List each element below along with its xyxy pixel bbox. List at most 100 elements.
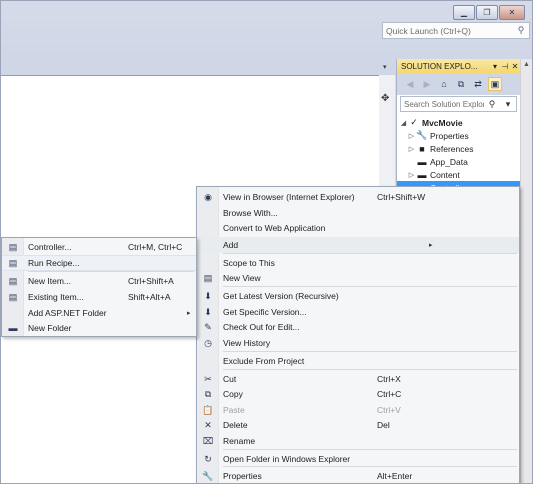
controller-icon: ▤ [8, 241, 18, 252]
submenu-arrow-icon: ▸ [429, 242, 433, 249]
menu-item-get-specific-version[interactable]: ⬇ Get Specific Version... [197, 304, 519, 320]
menu-item-view-in-browser-internet-explorer[interactable]: ◉ View in Browser (Internet Explorer) Ctrl… [197, 189, 519, 205]
tree-item-label: Content [430, 169, 460, 180]
menu-item-shortcut: Ctrl+C [377, 389, 402, 399]
chevron-down-icon[interactable]: ▾ [383, 63, 387, 71]
split-handle-icon[interactable]: ✥ [381, 93, 389, 104]
expand-arrow-icon[interactable]: ▷ [407, 171, 416, 179]
new-folder-icon: ▬ [8, 323, 18, 333]
tree-item-content[interactable]: ▷ ▬ Content [397, 168, 460, 181]
chevron-down-icon[interactable]: ▾ [500, 99, 516, 110]
pin-icon[interactable]: ⊣ [500, 62, 510, 71]
cut-icon: ✂ [204, 373, 212, 384]
menu-item-label: Controller... [28, 242, 72, 252]
menu-item-properties[interactable]: 🔧 Properties Alt+Enter [197, 468, 519, 483]
menu-item-label: Existing Item... [28, 292, 84, 302]
back-icon[interactable]: ◀ [403, 77, 417, 91]
solution-explorer-scrollbar[interactable]: ▲ [520, 59, 532, 483]
menu-item-shortcut: Ctrl+X [377, 374, 401, 384]
menu-item-add[interactable]: Add ▸ [197, 237, 519, 253]
menu-item-label: Convert to Web Application [223, 223, 326, 233]
dropdown-icon[interactable]: ▾ [490, 62, 500, 71]
menu-item-open-folder-in-windows-explorer[interactable]: ↻ Open Folder in Windows Explorer [197, 451, 519, 467]
menu-item-label: Get Specific Version... [223, 307, 307, 317]
solution-explorer-toolbar: ◀ ▶ ⌂ ⧉ ⇄ ▣ [397, 73, 520, 95]
menu-item-get-latest-version-recursive[interactable]: ⬇ Get Latest Version (Recursive) [197, 288, 519, 304]
menu-item-shortcut: Ctrl+V [377, 405, 401, 415]
menu-item-label: Properties [223, 471, 262, 481]
menu-item-convert-to-web-application[interactable]: Convert to Web Application [197, 220, 519, 236]
menu-item-label: Delete [223, 420, 248, 430]
history-icon: ◷ [204, 337, 212, 348]
show-all-files-icon[interactable]: ▣ [488, 77, 502, 91]
search-icon[interactable]: ⚲ [484, 99, 500, 110]
get-latest-icon: ⬇ [204, 290, 212, 301]
menu-item-new-view[interactable]: ▤ New View [197, 270, 519, 286]
search-icon[interactable]: ⚲ [513, 25, 529, 36]
open-folder-icon: ↻ [204, 453, 212, 464]
forward-icon[interactable]: ▶ [420, 77, 434, 91]
submenu-item-run-recipe[interactable]: ▤ Run Recipe... [2, 255, 196, 271]
menu-item-shortcut: Ctrl+M, Ctrl+C [128, 242, 183, 252]
close-icon[interactable]: ✕ [499, 5, 525, 20]
new-view-icon: ▤ [203, 272, 213, 283]
submenu-item-new-folder[interactable]: ▬ New Folder [2, 320, 196, 336]
tree-item-properties[interactable]: ▷ 🔧 Properties [397, 129, 469, 142]
menu-item-scope-to-this[interactable]: Scope to This [197, 255, 519, 271]
menu-item-exclude-from-project[interactable]: Exclude From Project [197, 353, 519, 369]
submenu-item-controller[interactable]: ▤ Controller... Ctrl+M, Ctrl+C [2, 239, 196, 255]
menu-item-shortcut: Shift+Alt+A [128, 292, 171, 302]
maximize-icon[interactable]: ❐ [476, 5, 498, 20]
scroll-up-icon[interactable]: ▲ [523, 61, 530, 68]
menu-item-check-out-for-edit[interactable]: ✎ Check Out for Edit... [197, 319, 519, 335]
menu-item-label: Rename [223, 436, 256, 446]
rename-icon: ⌧ [202, 435, 214, 446]
context-menu: ◉ View in Browser (Internet Explorer) Ctrl… [196, 186, 520, 483]
menu-item-cut[interactable]: ✂ Cut Ctrl+X [197, 371, 519, 387]
expand-arrow-icon[interactable]: ◢ [399, 119, 408, 127]
tree-item-references[interactable]: ▷ ■ References [397, 142, 474, 155]
existing-item-icon: ▤ [8, 291, 18, 302]
menu-item-label: Open Folder in Windows Explorer [223, 454, 351, 464]
delete-icon: ✕ [204, 419, 212, 430]
menu-item-copy[interactable]: ⧉ Copy Ctrl+C [197, 386, 519, 402]
add-submenu: ▤ Controller... Ctrl+M, Ctrl+C ▤ Run Recipe.… [1, 237, 197, 337]
wrench-icon: 🔧 [202, 470, 214, 481]
solution-explorer-search-input[interactable]: Search Solution Explorer ( ⚲ ▾ [400, 96, 517, 112]
close-icon[interactable]: ✕ [510, 62, 520, 71]
folder-icon: 🔧 [416, 130, 428, 140]
folder-icon: ▬ [417, 169, 427, 180]
solution-explorer-title: SOLUTION EXPLO... [401, 61, 478, 71]
menu-item-view-history[interactable]: ◷ View History [197, 335, 519, 351]
menu-item-label: Check Out for Edit... [223, 322, 300, 332]
menu-separator [223, 351, 517, 352]
expand-arrow-icon[interactable]: ▷ [407, 132, 416, 140]
sync-icon[interactable]: ⇄ [471, 77, 485, 91]
menu-item-browse-with[interactable]: Browse With... [197, 205, 519, 221]
menu-item-label: View History [223, 338, 271, 348]
menu-item-paste[interactable]: 📋 Paste Ctrl+V [197, 402, 519, 418]
editor-tab-strip [1, 61, 397, 75]
menu-item-delete[interactable]: ✕ Delete Del [197, 417, 519, 433]
globe-icon: ◉ [204, 191, 212, 202]
menu-item-label: New Item... [28, 276, 71, 286]
submenu-item-new-item[interactable]: ▤ New Item... Ctrl+Shift+A [2, 273, 196, 289]
menu-item-rename[interactable]: ⌧ Rename [197, 433, 519, 449]
home-icon[interactable]: ⌂ [437, 77, 451, 91]
tree-item-label: MvcMovie [422, 117, 463, 128]
submenu-arrow-icon: ▸ [187, 310, 191, 317]
quick-launch-placeholder: Quick Launch (Ctrl+Q) [386, 25, 471, 36]
tree-item-app-data[interactable]: ▬ App_Data [397, 155, 468, 168]
folder-icon: ■ [419, 143, 425, 154]
menu-item-label: Add ASP.NET Folder [28, 308, 107, 318]
tree-item-mvcmovie[interactable]: ◢ ✓ MvcMovie [397, 116, 463, 129]
collapse-all-icon[interactable]: ⧉ [454, 77, 468, 91]
submenu-item-existing-item[interactable]: ▤ Existing Item... Shift+Alt+A [2, 289, 196, 305]
menu-item-label: View in Browser (Internet Explorer) [223, 192, 355, 202]
quick-launch-input[interactable]: Quick Launch (Ctrl+Q) ⚲ [382, 22, 530, 39]
tree-item-label: Properties [430, 130, 469, 141]
menu-item-label: Paste [223, 405, 245, 415]
submenu-item-add-asp-net-folder[interactable]: Add ASP.NET Folder ▸ [2, 305, 196, 321]
minimize-icon[interactable]: ▁ [453, 5, 475, 20]
expand-arrow-icon[interactable]: ▷ [407, 145, 416, 153]
